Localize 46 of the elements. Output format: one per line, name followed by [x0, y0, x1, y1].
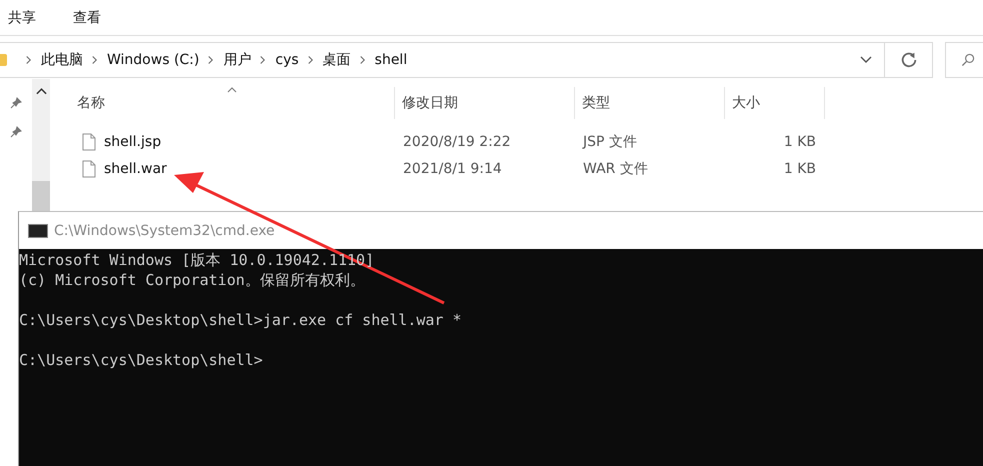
file-name[interactable]: shell.war: [104, 160, 167, 176]
sort-caret-icon: [227, 87, 237, 93]
pin-icon[interactable]: [10, 126, 22, 138]
chevron-icon: [358, 55, 366, 65]
file-size: 1 KB: [784, 134, 816, 150]
search-field[interactable]: [945, 42, 983, 78]
scrollbar-thumb[interactable]: [32, 181, 50, 211]
breadcrumb[interactable]: shell: [374, 52, 408, 68]
refresh-button[interactable]: [884, 42, 933, 78]
column-header[interactable]: 名称: [70, 87, 395, 119]
scroll-up-icon[interactable]: [36, 87, 46, 95]
console-line: (c) Microsoft Corporation。保留所有权利。: [19, 270, 365, 290]
console-line: C:\Users\cys\Desktop\shell>: [19, 350, 263, 370]
ribbon-tab[interactable]: 共享: [8, 8, 36, 26]
breadcrumb[interactable]: 桌面: [322, 51, 351, 69]
address-bar[interactable]: 此电脑 Windows (C:) 用户 cys 桌面 shell: [0, 42, 885, 78]
file-name[interactable]: shell.jsp: [104, 134, 162, 150]
breadcrumb[interactable]: 用户: [223, 51, 252, 69]
column-header[interactable]: 类型: [575, 87, 725, 119]
breadcrumb[interactable]: cys: [275, 52, 299, 68]
file-type: WAR 文件: [583, 160, 648, 178]
dropdown-icon[interactable]: [860, 56, 872, 64]
column-header[interactable]: 大小: [725, 87, 825, 119]
column-header[interactable]: 修改日期: [395, 87, 575, 119]
chevron-icon: [91, 55, 98, 65]
refresh-icon: [900, 51, 918, 69]
modified-date: 2020/8/19 2:22: [403, 134, 511, 150]
folder-icon: [0, 54, 7, 66]
breadcrumb[interactable]: Windows (C:): [107, 52, 200, 68]
chevron-icon: [207, 55, 214, 65]
scrollbar[interactable]: [32, 79, 50, 211]
ribbon-tab[interactable]: 查看: [73, 8, 101, 26]
modified-date: 2021/8/1 9:14: [403, 160, 502, 176]
console-icon: [28, 224, 48, 238]
window-title: C:\Windows\System32\cmd.exe: [54, 222, 275, 238]
file-size: 1 KB: [784, 160, 816, 176]
file-icon: [82, 160, 96, 178]
console-line: C:\Users\cys\Desktop\shell>jar.exe cf shell.war *: [19, 310, 462, 330]
chevron-icon: [306, 55, 314, 65]
file-icon: [82, 132, 96, 150]
pin-icon[interactable]: [10, 97, 22, 109]
search-icon: [960, 52, 976, 68]
breadcrumb[interactable]: 此电脑: [41, 51, 83, 69]
chevron-icon: [259, 55, 266, 65]
chevron-icon: [25, 55, 32, 65]
file-type: JSP 文件: [583, 132, 637, 150]
